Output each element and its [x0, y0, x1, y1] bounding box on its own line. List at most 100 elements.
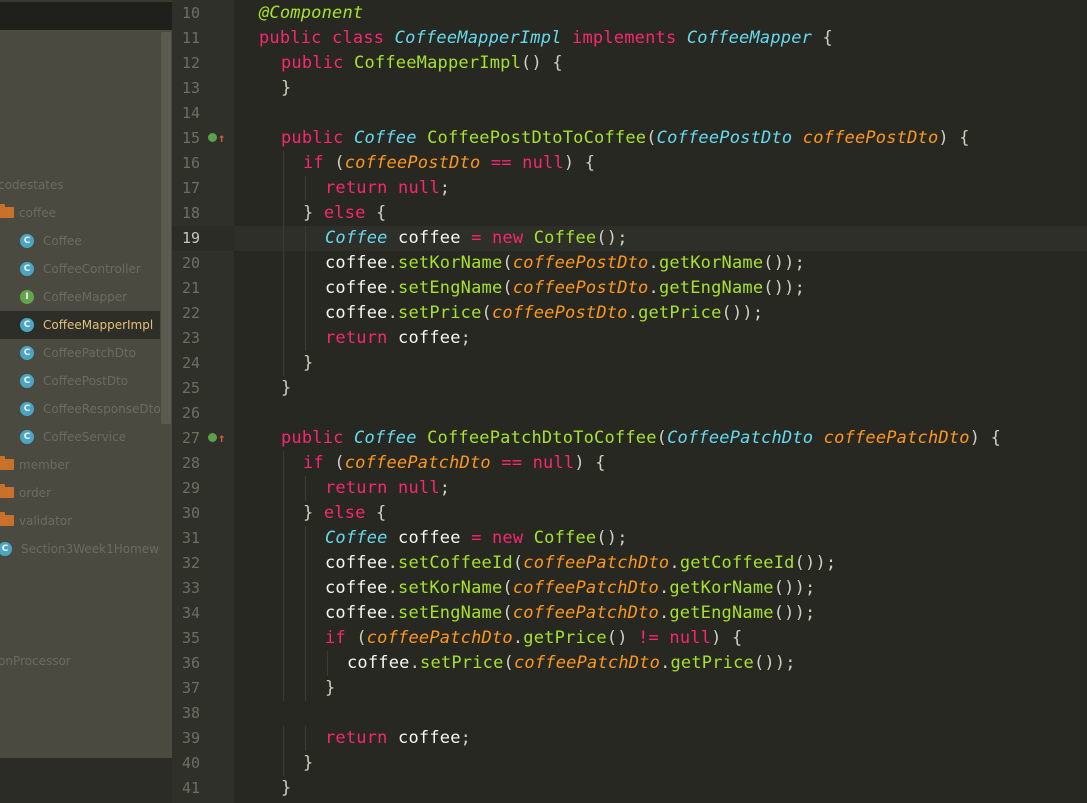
code-line[interactable]: coffee.setEngName(coffeePatchDto.getEngN… — [325, 601, 815, 626]
tree-item-coffeeservice[interactable]: C CoffeeService — [0, 423, 160, 451]
code-line[interactable]: return coffee; — [325, 726, 471, 751]
implement-icon — [208, 133, 217, 142]
code-token: . — [387, 278, 399, 298]
code-line[interactable]: } — [325, 676, 335, 701]
code-token: == — [480, 153, 523, 173]
code-token: coffee — [398, 728, 461, 748]
code-token: } — [303, 753, 314, 773]
indent-guide — [305, 326, 306, 351]
code-line[interactable]: return null; — [325, 176, 450, 201]
code-line[interactable]: Coffee coffee = new Coffee(); — [325, 526, 628, 551]
code-token: setCoffeeId — [398, 553, 513, 573]
tree-item-coffeeresponsedto[interactable]: C CoffeeResponseDto — [0, 395, 161, 423]
code-line[interactable]: public class CoffeeMapperImpl implements… — [259, 26, 833, 51]
indent-guide — [283, 451, 284, 476]
code-token: CoffeePostDtoToCoffee — [427, 128, 647, 148]
indent-guide — [305, 251, 306, 276]
tree-item-coffee[interactable]: C Coffee — [0, 227, 160, 255]
code-line[interactable]: if (coffeePatchDto.getPrice() != null) { — [325, 626, 742, 651]
line-number: 34 — [181, 604, 200, 622]
code-line[interactable]: } — [303, 351, 313, 376]
line-number: 35 — [181, 629, 200, 647]
code-line[interactable]: } — [281, 776, 291, 801]
code-line[interactable]: if (coffeePatchDto == null) { — [303, 451, 606, 476]
tree-item-onprocessor[interactable]: onProcessor — [0, 647, 160, 675]
code-line[interactable]: return coffee; — [325, 326, 471, 351]
line-number: 11 — [181, 29, 200, 47]
implements-method-marker[interactable]: ↑ — [208, 426, 225, 451]
code-token: ( — [334, 453, 345, 473]
code-line[interactable]: } — [303, 751, 313, 776]
tree-item-label: CoffeeService — [43, 430, 127, 444]
code-line[interactable]: } — [281, 76, 291, 101]
code-line[interactable]: public Coffee CoffeePostDtoToCoffee(Coff… — [281, 126, 970, 151]
tree-item-codestates[interactable]: codestates — [0, 171, 160, 199]
code-line[interactable]: @Component — [259, 1, 363, 26]
tree-item-coffeepatchdto[interactable]: C CoffeePatchDto — [0, 339, 160, 367]
code-token: coffeePostDto — [802, 128, 939, 148]
code-line[interactable]: coffee.setPrice(coffeePatchDto.getPrice(… — [347, 651, 796, 676]
indent-guide — [283, 676, 284, 701]
code-line[interactable]: coffee.setKorName(coffeePostDto.getKorNa… — [325, 251, 805, 276]
code-line[interactable]: public CoffeeMapperImpl() { — [281, 51, 563, 76]
code-line[interactable]: } — [281, 376, 291, 401]
class-icon: C — [20, 430, 34, 444]
tree-item-validator[interactable]: validator — [0, 507, 160, 535]
indent-guide — [283, 326, 284, 351]
code-line[interactable]: if (coffeePostDto == null) { — [303, 151, 595, 176]
code-line[interactable]: coffee.setKorName(coffeePatchDto.getKorN… — [325, 576, 815, 601]
code-line[interactable]: public Coffee CoffeePatchDtoToCoffee(Cof… — [281, 426, 1001, 451]
code-token: ; — [439, 478, 451, 498]
code-token: getKorName — [669, 578, 774, 598]
tree-item-coffeemapper[interactable]: I CoffeeMapper — [0, 283, 160, 311]
code-line[interactable]: return null; — [325, 476, 450, 501]
code-editor[interactable]: @Component public class CoffeeMapperImpl … — [234, 0, 1087, 803]
code-token: coffeePostDto — [491, 303, 628, 323]
implements-method-marker[interactable]: ↑ — [208, 126, 225, 151]
line-number: 40 — [181, 754, 200, 772]
code-line[interactable]: coffee.setCoffeeId(coffeePatchDto.getCof… — [325, 551, 836, 576]
code-token: CoffeePatchDtoToCoffee — [427, 428, 657, 448]
tree-item-coffee[interactable]: coffee — [0, 199, 160, 227]
indent-guide — [283, 651, 284, 676]
code-token: ( — [512, 553, 524, 573]
line-number: 14 — [181, 104, 200, 122]
code-line[interactable]: Coffee coffee = new Coffee(); — [325, 226, 628, 251]
line-number: 16 — [181, 154, 200, 172]
code-line[interactable]: } else { — [303, 501, 387, 526]
code-token: coffee — [325, 553, 388, 573]
code-token: coffeePatchDto — [344, 453, 491, 473]
tree-item-section3week1homework[interactable]: C Section3Week1Homework — [0, 535, 172, 563]
code-token: coffeePostDto — [512, 253, 649, 273]
code-token: CoffeeMapper — [686, 28, 813, 48]
tree-item-coffeecontroller[interactable]: C CoffeeController — [0, 255, 160, 283]
code-token: @Component — [259, 3, 364, 23]
tree-item-member[interactable]: member — [0, 451, 160, 479]
code-token: null — [398, 178, 440, 198]
code-token: . — [648, 253, 659, 273]
code-token: == — [490, 453, 533, 473]
sidebar-scrollbar-thumb[interactable] — [161, 32, 171, 424]
code-token: ) { — [563, 153, 596, 173]
tree-item-label: CoffeePostDto — [43, 374, 129, 388]
code-token: . — [648, 278, 659, 298]
class-icon: C — [20, 346, 34, 360]
indent-guide — [327, 651, 328, 676]
code-token: setKorName — [398, 253, 503, 273]
tree-item-coffeemapperimpl[interactable]: C CoffeeMapperImpl — [0, 311, 160, 339]
code-token: coffee — [398, 228, 472, 248]
code-token: coffeePatchDto — [823, 428, 970, 448]
up-arrow-icon: ↑ — [218, 131, 226, 145]
tree-item-order[interactable]: order — [0, 479, 160, 507]
code-token: coffeePatchDto — [512, 603, 659, 623]
line-number: 25 — [181, 379, 200, 397]
code-line[interactable]: coffee.setEngName(coffeePostDto.getEngNa… — [325, 276, 805, 301]
line-number: 12 — [181, 54, 200, 72]
line-number: 28 — [181, 454, 200, 472]
code-line[interactable]: } else { — [303, 201, 387, 226]
folder-icon — [0, 456, 14, 470]
code-line[interactable]: coffee.setPrice(coffeePostDto.getPrice()… — [325, 301, 763, 326]
tree-item-label: CoffeeMapperImpl — [43, 318, 154, 332]
code-token: ( — [356, 628, 367, 648]
tree-item-coffeepostdto[interactable]: C CoffeePostDto — [0, 367, 160, 395]
